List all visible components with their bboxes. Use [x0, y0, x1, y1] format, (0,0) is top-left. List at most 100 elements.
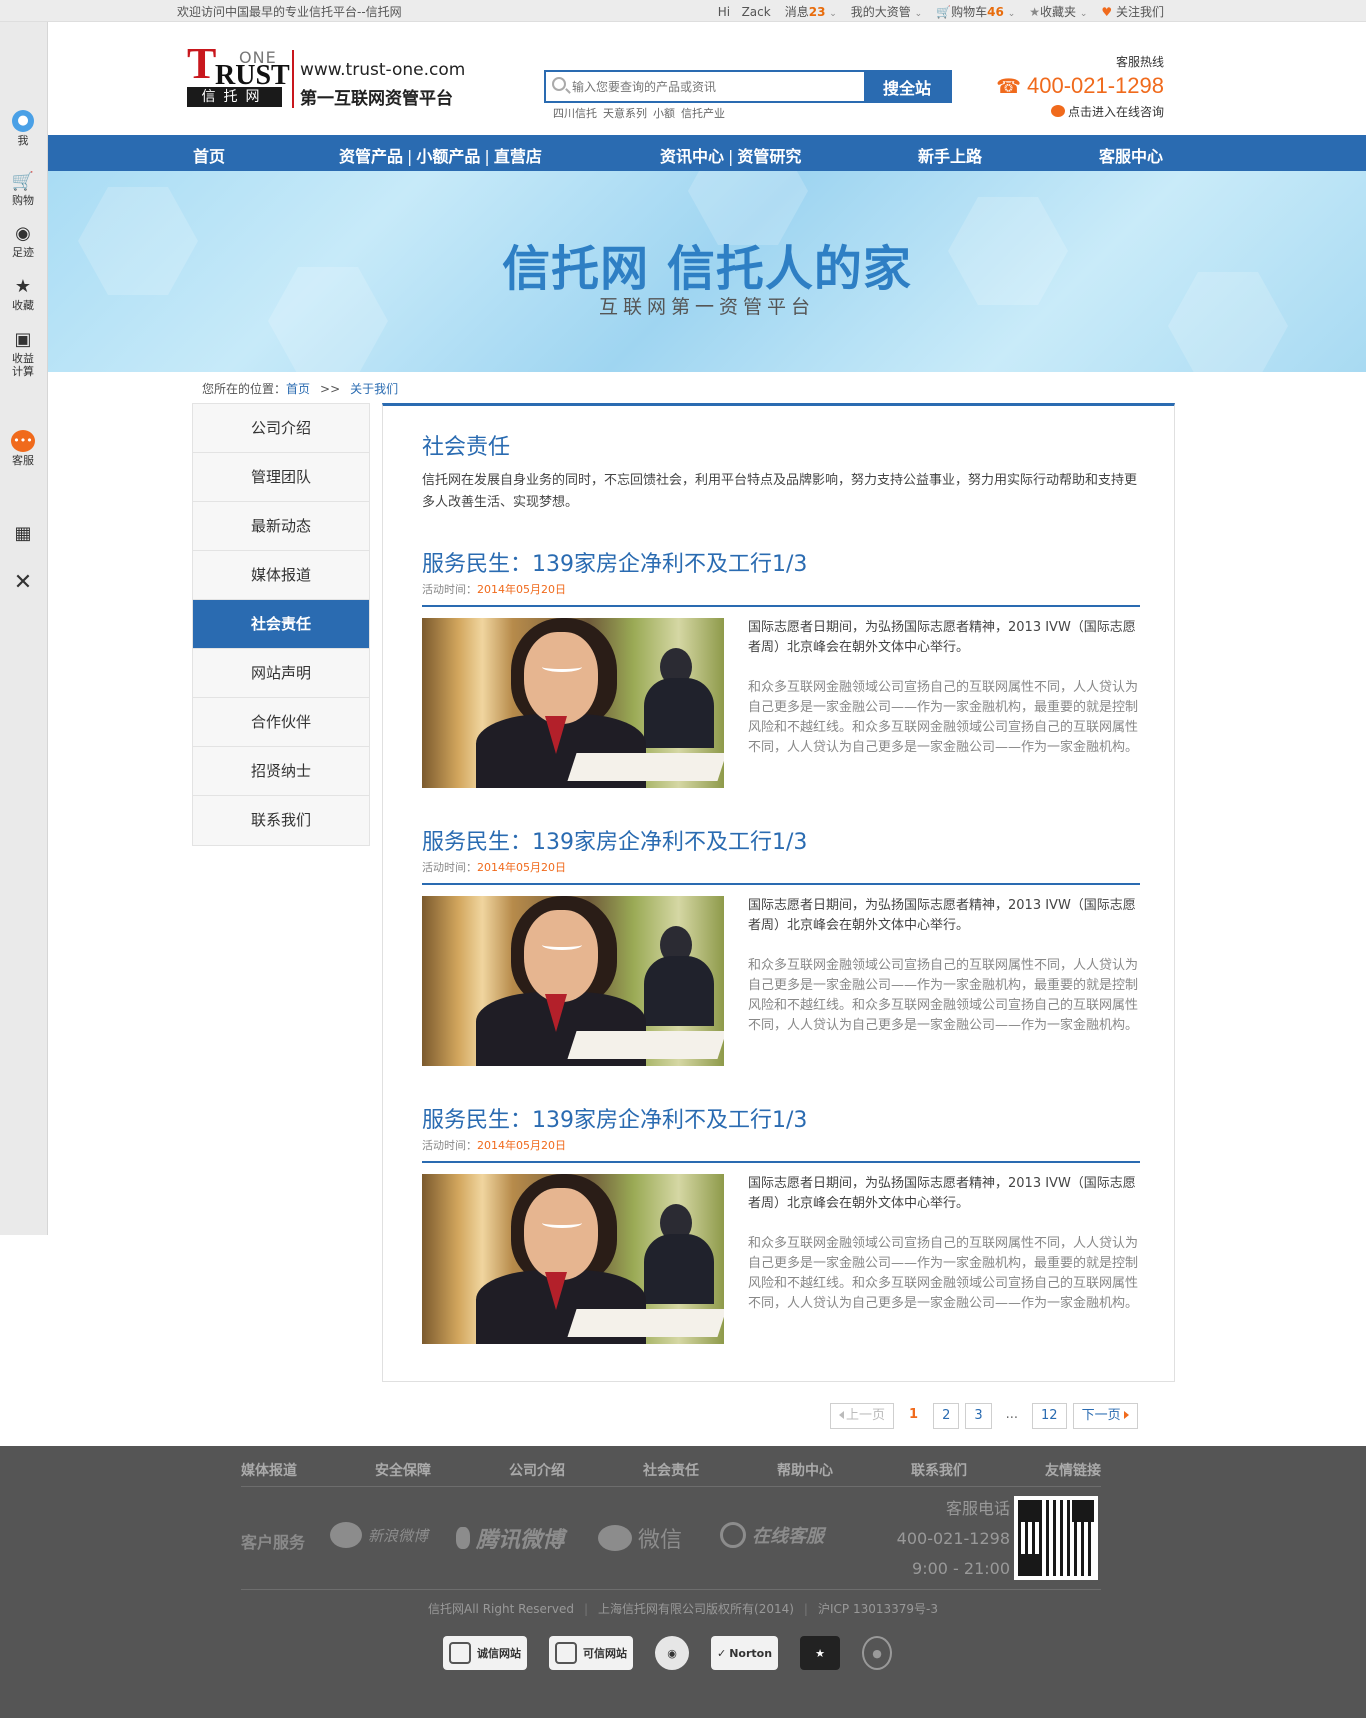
- breadcrumb-arrow: >>: [320, 382, 341, 396]
- qrcode-button[interactable]: ▦: [0, 524, 46, 546]
- chat-icon: [1050, 105, 1065, 117]
- user-link[interactable]: Zack: [742, 5, 771, 19]
- norton-badge[interactable]: ✓ Norton: [711, 1636, 779, 1670]
- page-button[interactable]: 2: [933, 1403, 960, 1429]
- trust-badges: 诚信网站 可信网站 ◉ ✓ Norton ★ ●: [443, 1636, 893, 1670]
- messages-link[interactable]: 消息23 ⌄: [785, 3, 837, 20]
- photo-figure: [567, 1309, 724, 1337]
- hotword-link[interactable]: 小额: [653, 105, 675, 121]
- chat-icon: •••: [11, 430, 35, 452]
- sidebar-label: 客服: [12, 454, 34, 467]
- nav-service-center[interactable]: 客服中心: [1099, 143, 1163, 167]
- sidebar-item-collect[interactable]: ★ 收藏: [0, 277, 46, 313]
- footer-link[interactable]: 安全保障: [375, 1460, 431, 1480]
- online-service-link[interactable]: 在线客服: [720, 1522, 824, 1548]
- footer-hours: 9:00 - 21:00: [912, 1559, 1010, 1578]
- menu-item-careers[interactable]: 招贤纳士: [193, 747, 369, 796]
- nav-direct-store[interactable]: 直营店: [494, 147, 542, 166]
- tencent-weibo-link[interactable]: 腾讯微博: [456, 1522, 564, 1554]
- search-input[interactable]: [572, 75, 890, 98]
- next-page-button[interactable]: 下一页: [1072, 1403, 1138, 1429]
- hotword-link[interactable]: 天意系列: [603, 105, 647, 121]
- menu-item-media-reports[interactable]: 媒体报道: [193, 551, 369, 600]
- welcome-text: 欢迎访问中国最早的专业信托平台--信托网: [177, 5, 402, 19]
- about-menu: 公司介绍 管理团队 最新动态 媒体报道 社会责任 网站声明 合作伙伴 招贤纳士 …: [192, 403, 370, 846]
- footer-link[interactable]: 社会责任: [643, 1460, 699, 1480]
- nav-asset-products[interactable]: 资管产品: [339, 147, 403, 166]
- police-badge[interactable]: ★: [800, 1636, 841, 1670]
- my-assets-link[interactable]: 我的大资管 ⌄: [851, 3, 922, 20]
- photo-figure: [567, 1031, 724, 1059]
- footer-link[interactable]: 公司介绍: [509, 1460, 565, 1480]
- nav-news-center[interactable]: 资讯中心: [660, 147, 724, 166]
- breadcrumb-label: 您所在的位置：: [202, 382, 287, 396]
- customer-service-label: 客户服务: [241, 1533, 306, 1552]
- article-divider: [422, 883, 1140, 885]
- menu-item-contact-us[interactable]: 联系我们: [193, 796, 369, 845]
- article-photo[interactable]: [422, 896, 724, 1066]
- search-button[interactable]: 搜全站: [864, 72, 950, 101]
- site-logo[interactable]: T ONE RUST 信托网: [187, 42, 290, 108]
- weibo-link[interactable]: 新浪微博: [330, 1522, 428, 1548]
- page-button-last[interactable]: 12: [1032, 1403, 1067, 1429]
- page-button[interactable]: 3: [965, 1403, 992, 1429]
- hotword-link[interactable]: 信托产业: [681, 105, 725, 121]
- breadcrumb-home[interactable]: 首页: [286, 382, 310, 396]
- nav-small-products[interactable]: 小额产品: [416, 147, 480, 166]
- nav-group-products: 资管产品 | 小额产品 | 直营店: [339, 143, 542, 167]
- photo-figure: [542, 1218, 582, 1228]
- main-content: 社会责任 信托网在发展自身业务的同时，不忘回馈社会，利用平台特点及品牌影响，努力…: [382, 403, 1175, 1382]
- close-sidebar-button[interactable]: ✕: [0, 572, 46, 595]
- menu-item-site-statement[interactable]: 网站声明: [193, 649, 369, 698]
- footer-link[interactable]: 帮助中心: [777, 1460, 833, 1480]
- page-button-current[interactable]: 1: [900, 1403, 928, 1429]
- online-consult-link[interactable]: 点击进入在线咨询: [1050, 103, 1164, 120]
- follow-link[interactable]: ♥ 关注我们: [1101, 3, 1164, 20]
- favorites-link[interactable]: ★收藏夹 ⌄: [1029, 3, 1087, 20]
- sidebar-item-calculator[interactable]: ▣ 收益计算: [0, 330, 46, 379]
- footer-link[interactable]: 媒体报道: [241, 1460, 297, 1480]
- footer-contact: 客服电话 400-021-1298 9:00 - 21:00: [890, 1494, 1010, 1584]
- nav-newbie[interactable]: 新手上路: [918, 143, 982, 167]
- menu-item-partners[interactable]: 合作伙伴: [193, 698, 369, 747]
- main-nav: 首页 资管产品 | 小额产品 | 直营店 资讯中心 | 资管研究 新手上路 客服中心: [48, 135, 1366, 171]
- trusted-site-badge[interactable]: 可信网站: [549, 1636, 633, 1670]
- cart-icon: 🛒: [936, 5, 952, 19]
- article-date: 活动时间：2014年05月20日: [422, 1137, 566, 1153]
- credit-site-badge[interactable]: 诚信网站: [443, 1636, 527, 1670]
- footer-link[interactable]: 友情链接: [1045, 1460, 1101, 1480]
- hotword-link[interactable]: 四川信托: [553, 105, 597, 121]
- article-photo[interactable]: [422, 618, 724, 788]
- nav-home[interactable]: 首页: [193, 143, 225, 167]
- eye-icon: ◉: [15, 223, 31, 244]
- sidebar-label: 足迹: [12, 246, 34, 259]
- wechat-link[interactable]: 微信: [598, 1522, 682, 1554]
- nav-asset-research[interactable]: 资管研究: [737, 147, 801, 166]
- menu-item-latest-news[interactable]: 最新动态: [193, 502, 369, 551]
- seal-badge[interactable]: ◉: [655, 1636, 689, 1670]
- badge-label: Norton: [729, 1646, 773, 1660]
- menu-item-company-intro[interactable]: 公司介绍: [193, 404, 369, 453]
- menu-item-management-team[interactable]: 管理团队: [193, 453, 369, 502]
- menu-item-social-responsibility[interactable]: 社会责任: [193, 600, 369, 649]
- sidebar-item-service[interactable]: ••• 客服: [0, 430, 46, 467]
- photo-figure: [567, 753, 724, 781]
- footer-link[interactable]: 联系我们: [911, 1460, 967, 1480]
- chevron-right-icon: [1123, 1411, 1129, 1419]
- cart-link[interactable]: 🛒购物车46 ⌄: [936, 3, 1015, 20]
- breadcrumb-current[interactable]: 关于我们: [350, 382, 398, 396]
- top-bar: 欢迎访问中国最早的专业信托平台--信托网 Hi Zack 消息23 ⌄ 我的大资…: [0, 0, 1366, 22]
- nav-separator: |: [407, 147, 413, 166]
- online-service-label: 在线客服: [752, 1526, 824, 1547]
- article-title[interactable]: 服务民生：139家房企净利不及工行1/3: [422, 824, 807, 856]
- sidebar-item-shopping[interactable]: 🛒 购物: [0, 172, 46, 208]
- search-box: 搜全站: [544, 70, 952, 103]
- article-photo[interactable]: [422, 1174, 724, 1344]
- sidebar-item-me[interactable]: ● 我: [0, 110, 46, 147]
- emblem-badge[interactable]: ●: [862, 1636, 893, 1670]
- article-title[interactable]: 服务民生：139家房企净利不及工行1/3: [422, 1102, 807, 1134]
- weibo-icon: [330, 1522, 362, 1548]
- sidebar-item-footprint[interactable]: ◉ 足迹: [0, 223, 46, 260]
- prev-page-button[interactable]: 上一页: [830, 1403, 895, 1429]
- article-title[interactable]: 服务民生：139家房企净利不及工行1/3: [422, 546, 807, 578]
